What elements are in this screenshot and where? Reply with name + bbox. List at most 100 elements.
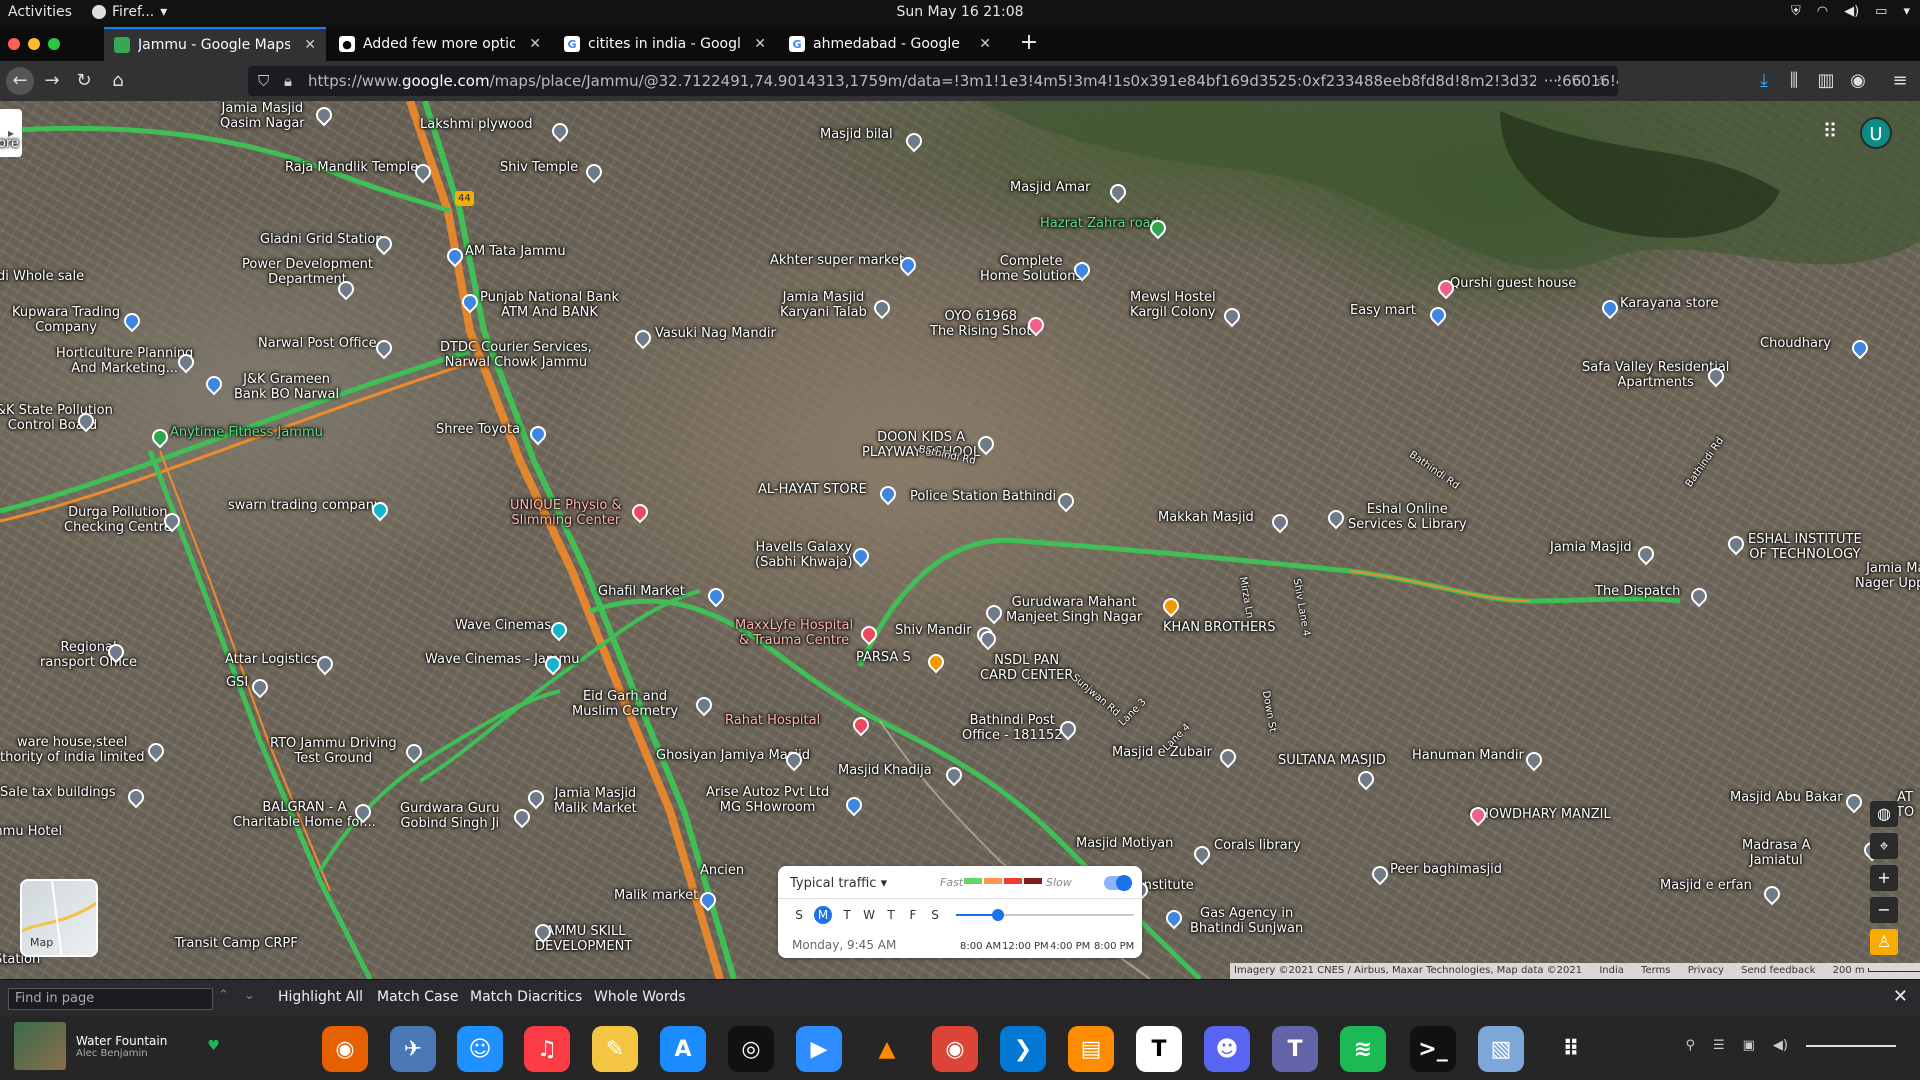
tab-jammu-google-maps[interactable]: Jammu - Google Maps ✕: [104, 27, 326, 61]
map-place-label[interactable]: Gladni Grid Station: [260, 232, 384, 247]
firefox-icon[interactable]: ◉: [322, 1026, 368, 1072]
menu-icon[interactable]: ≡: [1886, 67, 1914, 95]
map-place-label[interactable]: CHOWDHARY MANZIL: [1470, 807, 1611, 822]
url-bar[interactable]: ⛉ 🔒︎ https://www.google.com/maps/place/J…: [248, 66, 1618, 96]
clock[interactable]: Sun May 16 21:08: [0, 4, 1920, 20]
my-location-icon[interactable]: ⌖: [1870, 833, 1898, 859]
map-place-label[interactable]: Durga Pollution Checking Centre: [64, 505, 172, 535]
map-place-label[interactable]: Jamia Masjid Malik Market: [554, 786, 637, 816]
map-place-label[interactable]: OYO 61968 The Rising Shot: [930, 309, 1032, 339]
map-place-label[interactable]: J&K Grameen Bank BO Narwal: [234, 372, 339, 402]
map-place-label[interactable]: Vasuki Nag Mandir: [655, 326, 776, 341]
appstore-icon[interactable]: A: [660, 1026, 706, 1072]
account-avatar[interactable]: U: [1860, 117, 1892, 149]
map-place-label[interactable]: mmu Hotel: [0, 824, 62, 839]
chrome-icon[interactable]: ◉: [932, 1026, 978, 1072]
pin-icon[interactable]: ⚲: [1685, 1038, 1695, 1053]
map-place-label[interactable]: Ghafil Market: [598, 584, 685, 599]
map-satellite-view[interactable]: ▸ ⠿ U Jamia Masjid Qasim Nagar Lakshmi ply…: [0, 101, 1920, 979]
map-place-label[interactable]: Arise Autoz Pvt Ltd MG SHowroom: [706, 785, 829, 815]
tab-cities-in-india[interactable]: G citites in india - Google S ✕: [554, 27, 776, 61]
map-place-label[interactable]: Akhter super market: [770, 253, 904, 268]
map-place-label[interactable]: Shiv Mandir: [895, 623, 972, 638]
map-place-label[interactable]: Hazrat Zahra road: [1040, 216, 1159, 231]
day-6[interactable]: S: [928, 908, 942, 924]
map-place-label[interactable]: Choudhary: [1760, 336, 1831, 351]
scale-label[interactable]: 200 m: [1833, 965, 1865, 976]
tab-github[interactable]: ● Added few more option ✕: [329, 27, 551, 61]
map-place-label[interactable]: UNIQUE Physio & Slimming Center: [510, 498, 622, 528]
map-place-label[interactable]: Qurshi guest house: [1450, 276, 1576, 291]
map-place-label[interactable]: Narwal Post Office: [258, 336, 377, 351]
sidebar-icon[interactable]: ▥: [1812, 67, 1840, 95]
app-grid-icon[interactable]: ⠿: [1548, 1026, 1594, 1072]
map-place-label[interactable]: Mewsl Hostel Kargil Colony: [1130, 290, 1216, 320]
bookmark-star-icon[interactable]: ☆: [1595, 66, 1608, 96]
map-place-label[interactable]: Makkah Masjid: [1158, 510, 1254, 525]
map-place-label[interactable]: Masjid Motiyan: [1076, 836, 1173, 851]
library-icon[interactable]: ⫼: [1780, 67, 1808, 95]
close-tab-icon[interactable]: ✕: [754, 36, 766, 52]
map-place-label[interactable]: Gas Agency in Bhatindi Sunjwan: [1190, 906, 1303, 936]
map-place-label[interactable]: PARSA S: [856, 650, 911, 665]
globe-icon[interactable]: ◍: [1870, 801, 1898, 827]
mail-icon[interactable]: ✈: [390, 1026, 436, 1072]
map-place-label[interactable]: Havells Galaxy (Sabhi Khwaja): [755, 540, 853, 570]
heart-icon[interactable]: ♥: [207, 1038, 220, 1054]
reload-button[interactable]: ↻: [70, 67, 98, 95]
map-place-label[interactable]: Shiv Temple: [500, 160, 578, 175]
day-5[interactable]: F: [906, 908, 920, 924]
map-place-label[interactable]: NSDL PAN CARD CENTER: [980, 653, 1073, 683]
discord-icon[interactable]: ☻: [1204, 1026, 1250, 1072]
close-tab-icon[interactable]: ✕: [304, 37, 316, 53]
map-place-label[interactable]: ore: [0, 136, 19, 151]
vscode-icon[interactable]: ❯: [1000, 1026, 1046, 1072]
lock-warning-icon[interactable]: 🔒︎: [284, 66, 292, 96]
map-place-label[interactable]: Power Development Department: [242, 257, 373, 287]
books-icon[interactable]: ▤: [1068, 1026, 1114, 1072]
maximize-window-button[interactable]: [48, 38, 60, 50]
map-place-label[interactable]: Gurudwara Mahant Manjeet Singh Nagar: [1006, 595, 1142, 625]
map-place-label[interactable]: Jamia Masjid Karyani Talab: [780, 290, 867, 320]
whole-words-checkbox[interactable]: Whole Words: [594, 989, 686, 1005]
find-input[interactable]: Find in page: [8, 988, 213, 1010]
map-place-label[interactable]: Masjid Khadija: [838, 763, 932, 778]
map-place-label[interactable]: di Whole sale: [0, 269, 84, 284]
map-place-label[interactable]: Hanuman Mandir: [1412, 748, 1524, 763]
privacy-link[interactable]: Privacy: [1688, 965, 1724, 976]
map-place-label[interactable]: Attar Logistics: [225, 652, 318, 667]
map-place-label[interactable]: AL-HAYAT STORE: [758, 482, 867, 497]
map-place-label[interactable]: Eshal Online Services & Library: [1348, 502, 1467, 532]
map-place-label[interactable]: J&K State Pollution Control Board: [0, 403, 113, 433]
map-place-label[interactable]: GSI: [226, 675, 248, 690]
map-place-label[interactable]: Sale tax buildings: [0, 785, 116, 800]
map-place-label[interactable]: Jamia Masjid: [1550, 540, 1632, 555]
street-view-pegman-icon[interactable]: ♙: [1870, 929, 1898, 955]
match-case-checkbox[interactable]: Match Case: [377, 989, 458, 1005]
minimize-window-button[interactable]: [28, 38, 40, 50]
map-place-label[interactable]: Gurdwara Guru Gobind Singh Ji: [400, 801, 500, 831]
day-1[interactable]: M: [814, 906, 832, 924]
map-place-label[interactable]: Raja Mandlik Temple: [285, 160, 418, 175]
map-place-label[interactable]: Punjab National Bank ATM And BANK: [480, 290, 619, 320]
map-place-label[interactable]: ware house,steel thority of india limited: [0, 735, 145, 765]
terms-link[interactable]: Terms: [1641, 965, 1670, 976]
display-icon[interactable]: ▣: [1743, 1038, 1755, 1053]
teams-icon[interactable]: T: [1272, 1026, 1318, 1072]
zoom-icon[interactable]: ▶: [796, 1026, 842, 1072]
close-icon[interactable]: ✕: [1893, 986, 1908, 1007]
day-3[interactable]: W: [862, 908, 876, 924]
map-place-label[interactable]: Complete Home Solutions: [980, 254, 1082, 284]
map-place-label[interactable]: Malik market: [614, 888, 698, 903]
map-layer-toggle[interactable]: Map: [20, 879, 98, 957]
preview-icon[interactable]: ▧: [1478, 1026, 1524, 1072]
map-place-label[interactable]: Shree Toyota: [436, 422, 520, 437]
day-0[interactable]: S: [792, 908, 806, 924]
map-place-label[interactable]: Bathindi Post Office - 181152: [962, 713, 1063, 743]
close-window-button[interactable]: [8, 38, 20, 50]
new-tab-button[interactable]: +: [1012, 27, 1046, 61]
shield-icon[interactable]: ⛉: [258, 66, 269, 96]
map-place-label[interactable]: Kupwara Trading Company: [12, 305, 120, 335]
map-place-label[interactable]: Transit Camp CRPF: [175, 936, 298, 951]
map-place-label[interactable]: Ancien: [700, 863, 744, 878]
